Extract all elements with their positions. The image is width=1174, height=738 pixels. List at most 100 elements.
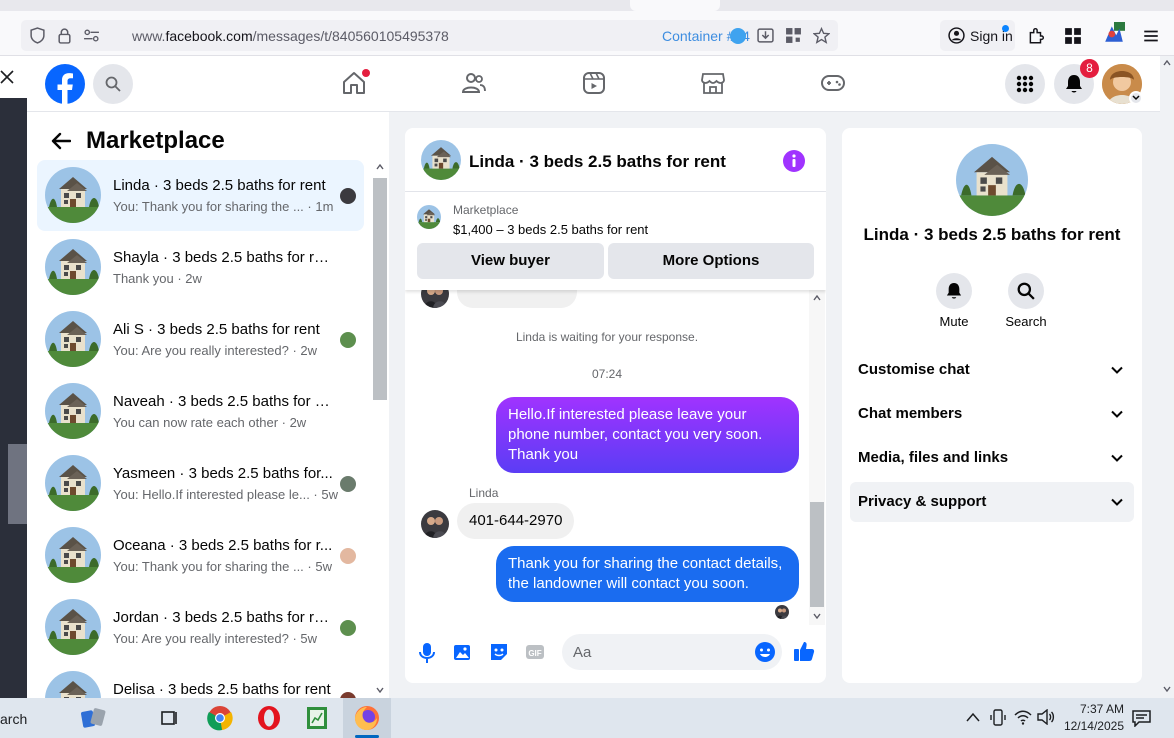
gallery-icon[interactable] bbox=[453, 642, 473, 662]
message-placeholder: Aa bbox=[573, 644, 592, 661]
lock-icon[interactable] bbox=[56, 27, 73, 44]
conversation-name: Linda · 3 beds 2.5 baths for rent bbox=[113, 177, 326, 194]
firefox-icon bbox=[355, 706, 379, 730]
app-menu-icon[interactable] bbox=[1142, 27, 1160, 45]
microphone-icon[interactable] bbox=[419, 642, 435, 664]
url-bar[interactable]: www.facebook.com/messages/t/840560105495… bbox=[21, 20, 838, 51]
scroll-up-icon[interactable] bbox=[813, 295, 821, 301]
outgoing-message[interactable]: Thank you for sharing the contact detail… bbox=[496, 546, 799, 602]
conversation-item[interactable]: Naveah · 3 beds 2.5 baths for rent You ca… bbox=[37, 376, 364, 447]
wifi-icon[interactable] bbox=[1014, 709, 1032, 725]
url-text[interactable]: www.facebook.com/messages/t/840560105495… bbox=[132, 28, 449, 44]
conversation-name: Jordan · 3 beds 2.5 baths for re... bbox=[113, 609, 333, 626]
conversation-snippet: You: Hello.If interested please le... · … bbox=[113, 487, 338, 502]
conversation-snippet: You: Thank you for sharing the ... · 1m bbox=[113, 199, 334, 214]
timestamp: 07:24 bbox=[591, 367, 623, 381]
dreidel-widget-icon[interactable] bbox=[78, 703, 108, 733]
spreadsheet-app-icon[interactable] bbox=[302, 703, 332, 733]
gaming-icon[interactable] bbox=[820, 70, 846, 96]
info-avatar bbox=[956, 144, 1028, 216]
close-icon[interactable] bbox=[0, 70, 14, 84]
scrollbar-thumb[interactable] bbox=[810, 502, 824, 607]
permissions-icon[interactable] bbox=[83, 27, 100, 44]
search-conversation-button[interactable] bbox=[1008, 273, 1044, 309]
message-composer: GIF Aa bbox=[405, 625, 826, 683]
sender-avatar[interactable] bbox=[421, 510, 449, 538]
video-icon[interactable] bbox=[581, 70, 607, 96]
windows-taskbar: arch 7:37 AM 12/14/2025 bbox=[0, 698, 1174, 738]
conversation-item[interactable]: Linda · 3 beds 2.5 baths for rent You: Th… bbox=[37, 160, 364, 231]
participant-avatar bbox=[340, 620, 356, 636]
conversation-thumbnail bbox=[45, 311, 101, 367]
sticker-icon[interactable] bbox=[489, 642, 509, 662]
account-dropdown[interactable] bbox=[1129, 91, 1143, 105]
info-section-item[interactable]: Media, files and links bbox=[850, 438, 1134, 478]
info-section-item[interactable]: Customise chat bbox=[850, 350, 1134, 390]
side-window-edge bbox=[0, 56, 27, 698]
task-view-icon[interactable] bbox=[154, 703, 184, 733]
bookmark-star-icon[interactable] bbox=[813, 27, 830, 44]
conversation-item[interactable]: Jordan · 3 beds 2.5 baths for re... You: … bbox=[37, 592, 364, 663]
taskbar-search[interactable]: arch bbox=[0, 711, 27, 727]
conversation-item[interactable]: Shayla · 3 beds 2.5 baths for rent Thank … bbox=[37, 232, 364, 303]
shield-icon[interactable] bbox=[29, 27, 46, 44]
conversation-item[interactable]: Yasmeen · 3 beds 2.5 baths for... You: He… bbox=[37, 448, 364, 519]
conversation-scrollbar[interactable] bbox=[372, 160, 388, 698]
active-tab[interactable] bbox=[630, 0, 720, 11]
message-bubble-partial bbox=[457, 290, 577, 308]
scroll-up-icon[interactable] bbox=[1163, 60, 1171, 66]
friends-icon[interactable] bbox=[461, 70, 487, 96]
info-icon[interactable] bbox=[783, 150, 805, 172]
opera-icon[interactable] bbox=[254, 703, 284, 733]
clock-date[interactable]: 12/14/2025 bbox=[1050, 719, 1124, 733]
conversation-name: Oceana · 3 beds 2.5 baths for r... bbox=[113, 537, 333, 554]
panel-title: Marketplace bbox=[86, 127, 225, 154]
scroll-down-icon[interactable] bbox=[376, 687, 384, 693]
tray-chevron-up-icon[interactable] bbox=[966, 712, 980, 722]
qr-icon[interactable] bbox=[785, 27, 802, 44]
gif-icon[interactable]: GIF bbox=[525, 642, 545, 662]
scrollbar-thumb[interactable] bbox=[373, 178, 387, 400]
incoming-message[interactable]: 401-644-2970 bbox=[457, 503, 575, 539]
extensions-icon[interactable] bbox=[1027, 27, 1045, 45]
firefox-taskbar-active[interactable] bbox=[343, 698, 391, 738]
view-buyer-button[interactable]: View buyer bbox=[417, 243, 604, 279]
facebook-logo-icon[interactable] bbox=[45, 64, 85, 104]
notification-center-icon[interactable] bbox=[1132, 710, 1151, 727]
thumbs-up-icon[interactable] bbox=[793, 640, 815, 662]
listing-title[interactable]: $1,400 – 3 beds 2.5 baths for rent bbox=[453, 222, 648, 237]
conversation-item[interactable]: Ali S · 3 beds 2.5 baths for rent You: Ar… bbox=[37, 304, 364, 375]
info-title: Linda · 3 beds 2.5 baths for rent bbox=[863, 225, 1121, 244]
browser-toolbar: www.facebook.com/messages/t/840560105495… bbox=[0, 0, 1174, 56]
page-scrollbar[interactable] bbox=[1160, 56, 1174, 698]
chrome-icon[interactable] bbox=[205, 703, 235, 733]
mute-button[interactable] bbox=[936, 273, 972, 309]
conversation-item[interactable]: Oceana · 3 beds 2.5 baths for r... You: T… bbox=[37, 520, 364, 591]
clock-time[interactable]: 7:37 AM bbox=[1060, 702, 1124, 716]
more-options-button[interactable]: More Options bbox=[608, 243, 814, 279]
sender-avatar bbox=[421, 290, 449, 308]
side-scrollbar-thumb[interactable] bbox=[8, 444, 27, 524]
device-icon[interactable] bbox=[990, 709, 1006, 726]
sign-in-button[interactable]: Sign in bbox=[940, 20, 1015, 51]
search-button[interactable] bbox=[93, 64, 133, 104]
scroll-up-icon[interactable] bbox=[376, 164, 384, 170]
info-section-item[interactable]: Privacy & support bbox=[850, 482, 1134, 522]
chat-avatar[interactable] bbox=[421, 140, 461, 180]
emoji-icon[interactable] bbox=[754, 641, 776, 663]
info-section-item[interactable]: Chat members bbox=[850, 394, 1134, 434]
scroll-down-icon[interactable] bbox=[1163, 686, 1171, 692]
vpn-extension-icon[interactable] bbox=[1103, 22, 1125, 44]
thread-scrollbar[interactable] bbox=[809, 290, 825, 625]
download-page-icon[interactable] bbox=[757, 27, 774, 44]
back-arrow-icon[interactable] bbox=[51, 132, 71, 150]
scroll-down-icon[interactable] bbox=[813, 613, 821, 619]
message-input[interactable]: Aa bbox=[562, 634, 782, 670]
chat-title[interactable]: Linda · 3 beds 2.5 baths for rent bbox=[469, 152, 726, 172]
close-area bbox=[0, 56, 27, 98]
outgoing-message[interactable]: Hello.If interested please leave your ph… bbox=[496, 397, 799, 473]
conversation-name: Ali S · 3 beds 2.5 baths for rent bbox=[113, 321, 320, 338]
apps-grid-icon[interactable] bbox=[1064, 27, 1082, 45]
marketplace-icon[interactable] bbox=[700, 70, 726, 96]
menu-button[interactable] bbox=[1005, 64, 1045, 104]
